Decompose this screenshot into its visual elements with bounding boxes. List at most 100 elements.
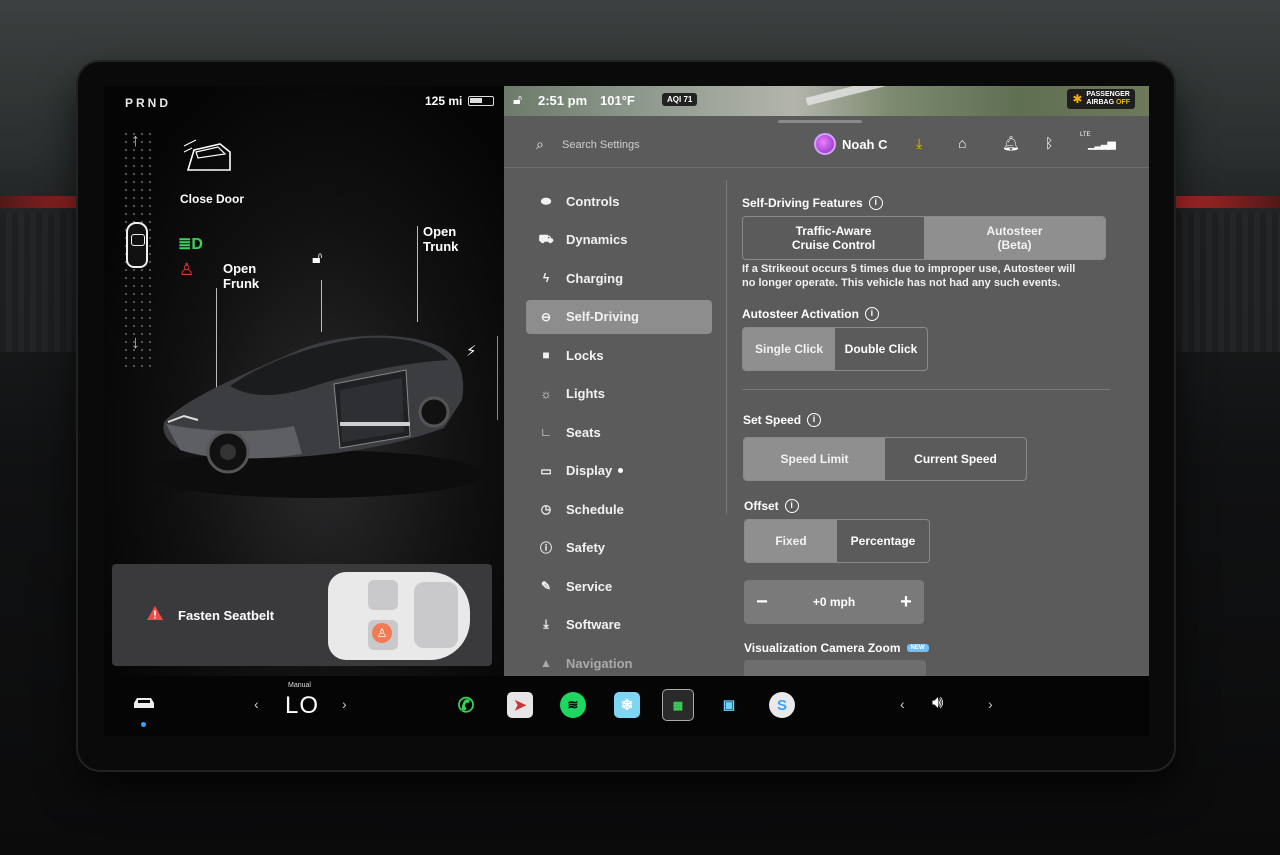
info-icon[interactable]: i: [868, 196, 883, 210]
outside-temperature: 101°F: [600, 93, 635, 108]
menu-label: Charging: [566, 270, 624, 286]
menu-label: Service: [566, 578, 613, 594]
search-icon[interactable]: ⌕: [536, 136, 544, 153]
bluetooth-icon[interactable]: ᛒ: [1045, 135, 1053, 151]
info-icon[interactable]: i: [864, 307, 879, 321]
car-panel: PRND 125 mi ↑ ↓ Close Door ≣D ♙ Open Fru…: [104, 86, 504, 676]
autosteer-option[interactable]: Autosteer (Beta): [924, 217, 1105, 259]
aqi-badge: AQI 71: [662, 93, 698, 106]
close-door-button[interactable]: Close Door: [180, 192, 244, 206]
climate-temperature[interactable]: LO: [285, 692, 319, 720]
menu-item-seats[interactable]: ∟ Seats: [526, 415, 712, 449]
navigation-app-icon[interactable]: ➤: [507, 692, 533, 718]
fixed-option[interactable]: Fixed: [745, 520, 837, 562]
menu-label: Controls: [566, 193, 620, 209]
seatbelt-alert-card[interactable]: Fasten Seatbelt ♙: [112, 564, 492, 666]
menu-item-software[interactable]: ⤓ Software: [526, 608, 712, 642]
download-icon: ⤓: [543, 617, 549, 631]
seat-rear-bench: [414, 582, 458, 648]
activation-title-text: Autosteer Activation: [742, 307, 859, 321]
increase-button[interactable]: +: [888, 591, 924, 614]
download-icon[interactable]: ⤓: [916, 135, 922, 152]
avatar: [814, 133, 836, 155]
bolt-icon: ϟ: [542, 271, 550, 285]
open-trunk-button[interactable]: Open Trunk: [423, 224, 458, 254]
menu-item-self-driving[interactable]: ⊖ Self-Driving: [526, 299, 712, 334]
settings-topbar: ⌕ Noah C ⤓ ⌂ 🔔︎ ᛒ LTE ▁▂▃▅: [504, 124, 1149, 168]
volume-icon[interactable]: 🔊︎: [932, 692, 943, 713]
zoom-title: Visualization Camera Zoom NEW: [744, 641, 929, 655]
decrease-button[interactable]: −: [744, 591, 780, 614]
autosteer-label-2: (Beta): [997, 238, 1032, 252]
climate-mode: Manual: [288, 682, 311, 689]
steering-wheel-icon: ⊖: [540, 309, 552, 324]
menu-item-navigation[interactable]: ▲ Navigation: [526, 646, 712, 680]
volume-up-chevron-icon[interactable]: ›: [988, 696, 993, 712]
percentage-option[interactable]: Percentage: [837, 520, 929, 562]
menu-item-charging[interactable]: ϟ Charging: [526, 261, 712, 295]
menu-item-safety[interactable]: ⓘ Safety: [526, 531, 712, 565]
unlock-icon[interactable]: 🔓︎: [312, 250, 322, 268]
arrow-down-icon[interactable]: ↓: [131, 332, 140, 353]
bell-icon[interactable]: 🔔︎: [1002, 135, 1020, 152]
current-speed-option[interactable]: Current Speed: [885, 438, 1026, 480]
volume-down-chevron-icon[interactable]: ‹: [900, 696, 905, 712]
navigation-icon: ▲: [540, 656, 552, 670]
bottom-dock: ‹ Manual LO › ✆ ➤ ≋ ❄ ▦ ▣ S ‹ 🔊︎ ›: [104, 676, 1149, 736]
chevron-right-icon[interactable]: ›: [342, 696, 347, 712]
info-icon[interactable]: i: [784, 499, 799, 513]
app-icon[interactable]: S: [769, 692, 795, 718]
menu-label: Self-Driving: [566, 309, 639, 324]
open-trunk-label-2: Trunk: [423, 239, 459, 254]
theater-icon[interactable]: ▣: [716, 692, 742, 718]
menu-item-controls[interactable]: ⬬ Controls: [526, 184, 712, 218]
car-icon[interactable]: [132, 696, 156, 710]
panel-drag-handle[interactable]: [778, 120, 862, 123]
toybox-icon[interactable]: ❄: [614, 692, 640, 718]
double-click-option[interactable]: Double Click: [835, 328, 927, 370]
car-door-icon[interactable]: [180, 136, 238, 180]
chevron-left-icon[interactable]: ‹: [254, 696, 259, 712]
menu-item-schedule[interactable]: ◷ Schedule: [526, 492, 712, 526]
sun-icon: ☼: [540, 386, 552, 401]
features-title-text: Self-Driving Features: [742, 196, 863, 210]
menu-label: Seats: [566, 424, 601, 440]
menu-item-service[interactable]: ✎ Service: [526, 569, 712, 603]
headlights-icon: ≣D: [178, 236, 203, 253]
safety-icon: ⓘ: [539, 541, 552, 555]
section-divider: [742, 389, 1110, 390]
settings-panel: 🔓︎ 2:51 pm 101°F AQI 71 ✱ PASSENGER AIRB…: [504, 86, 1149, 676]
lock-status-icon[interactable]: 🔓︎: [513, 91, 522, 108]
menu-item-lights[interactable]: ☼ Lights: [526, 377, 712, 411]
phone-icon[interactable]: ✆: [453, 692, 479, 718]
airbag-label-1: PASSENGER: [1086, 91, 1130, 98]
strikeout-note-line-2: no longer operate. This vehicle has not …: [742, 277, 1061, 289]
arrow-up-icon[interactable]: ↑: [131, 130, 140, 151]
tacc-option[interactable]: Traffic-Aware Cruise Control: [743, 217, 924, 259]
spotify-icon[interactable]: ≋: [560, 692, 586, 718]
airbag-state: OFF: [1116, 99, 1130, 106]
speed-limit-option[interactable]: Speed Limit: [744, 438, 885, 480]
driver-profile[interactable]: Noah C: [814, 133, 888, 155]
menu-item-dynamics[interactable]: ⛟ Dynamics: [526, 223, 712, 257]
menu-item-display[interactable]: ▭ Display: [526, 454, 712, 488]
garage-icon[interactable]: ⌂: [958, 135, 966, 151]
activation-selector: Single Click Double Click: [742, 327, 928, 371]
dashcam-icon[interactable]: ▦: [662, 689, 694, 721]
lock-icon: ■: [542, 348, 550, 362]
touchscreen: PRND 125 mi ↑ ↓ Close Door ≣D ♙ Open Fru…: [104, 86, 1149, 736]
open-frunk-label-1: Open: [223, 261, 257, 276]
gear-selector[interactable]: PRND: [125, 96, 171, 110]
offset-stepper: − +0 mph +: [744, 580, 924, 624]
open-frunk-button[interactable]: Open Frunk: [223, 261, 259, 291]
zoom-selector[interactable]: [744, 660, 926, 676]
active-indicator: [141, 722, 146, 727]
info-icon[interactable]: i: [807, 413, 822, 427]
seatbelt-warning-icon: ♙: [179, 260, 195, 279]
menu-item-locks[interactable]: ■ Locks: [526, 338, 712, 372]
offset-title-text: Offset: [744, 499, 779, 513]
menu-label: Lights: [566, 386, 605, 401]
settings-menu: ⬬ Controls ⛟ Dynamics ϟ Charging ⊖ Self-Driv…: [526, 184, 712, 685]
search-input[interactable]: [562, 136, 742, 154]
single-click-option[interactable]: Single Click: [743, 328, 835, 370]
